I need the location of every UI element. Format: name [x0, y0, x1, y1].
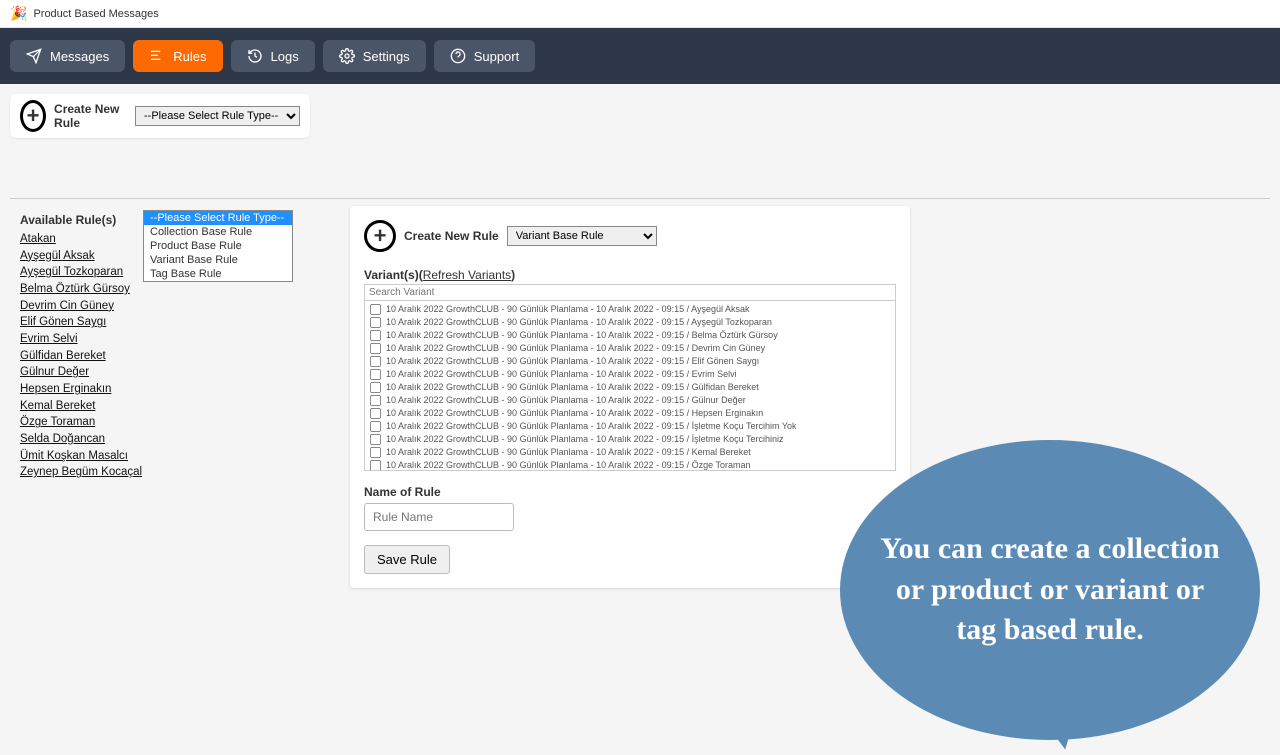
nav-settings[interactable]: Settings: [323, 40, 426, 72]
variant-heading: Variant(s): [364, 268, 419, 282]
variant-label: 10 Aralık 2022 GrowthCLUB - 90 Günlük Pl…: [386, 420, 797, 432]
rules-icon: [149, 48, 165, 64]
nav-rules[interactable]: Rules: [133, 40, 222, 72]
variant-item[interactable]: 10 Aralık 2022 GrowthCLUB - 90 Günlük Pl…: [369, 420, 891, 433]
title-bar: 🎉 Product Based Messages: [0, 0, 1280, 28]
rule-type-select[interactable]: --Please Select Rule Type--: [135, 106, 300, 126]
variant-label: 10 Aralık 2022 GrowthCLUB - 90 Günlük Pl…: [386, 355, 759, 367]
gear-icon: [339, 48, 355, 64]
variant-list[interactable]: 10 Aralık 2022 GrowthCLUB - 90 Günlük Pl…: [364, 301, 896, 471]
plus-icon[interactable]: +: [20, 100, 46, 132]
variant-checkbox[interactable]: [370, 304, 381, 315]
rule-type-dropdown[interactable]: --Please Select Rule Type--Collection Ba…: [143, 210, 293, 282]
variant-item[interactable]: 10 Aralık 2022 GrowthCLUB - 90 Günlük Pl…: [369, 303, 891, 316]
variant-label: 10 Aralık 2022 GrowthCLUB - 90 Günlük Pl…: [386, 342, 765, 354]
variant-label: 10 Aralık 2022 GrowthCLUB - 90 Günlük Pl…: [386, 459, 751, 471]
create-rule-label: Create New Rule: [54, 102, 127, 130]
save-rule-button[interactable]: Save Rule: [364, 545, 450, 574]
variant-checkbox[interactable]: [370, 382, 381, 393]
rule-type-option[interactable]: Tag Base Rule: [144, 267, 292, 281]
nav-label: Support: [474, 49, 520, 64]
variant-label: 10 Aralık 2022 GrowthCLUB - 90 Günlük Pl…: [386, 316, 772, 328]
variant-item[interactable]: 10 Aralık 2022 GrowthCLUB - 90 Günlük Pl…: [369, 446, 891, 459]
help-bubble-text: You can create a collection or product o…: [880, 529, 1220, 651]
variant-checkbox[interactable]: [370, 369, 381, 380]
variant-item[interactable]: 10 Aralık 2022 GrowthCLUB - 90 Günlük Pl…: [369, 342, 891, 355]
nav-label: Logs: [271, 49, 299, 64]
help-bubble: You can create a collection or product o…: [840, 440, 1260, 740]
nav-bar: Messages Rules Logs Settings Support: [0, 28, 1280, 84]
variant-item[interactable]: 10 Aralık 2022 GrowthCLUB - 90 Günlük Pl…: [369, 381, 891, 394]
bubble-tail-icon: [1025, 685, 1095, 755]
variant-item[interactable]: 10 Aralık 2022 GrowthCLUB - 90 Günlük Pl…: [369, 355, 891, 368]
rule-type-option[interactable]: Product Base Rule: [144, 239, 292, 253]
rule-type-option[interactable]: Collection Base Rule: [144, 225, 292, 239]
inner-rule-type-select[interactable]: Variant Base Rule: [507, 226, 657, 246]
variant-item[interactable]: 10 Aralık 2022 GrowthCLUB - 90 Günlük Pl…: [369, 368, 891, 381]
history-icon: [247, 48, 263, 64]
variant-label: 10 Aralık 2022 GrowthCLUB - 90 Günlük Pl…: [386, 368, 737, 380]
nav-support[interactable]: Support: [434, 40, 536, 72]
variant-label: 10 Aralık 2022 GrowthCLUB - 90 Günlük Pl…: [386, 433, 784, 445]
inner-create-row: + Create New Rule Variant Base Rule: [364, 220, 896, 252]
variant-checkbox[interactable]: [370, 447, 381, 458]
variant-checkbox[interactable]: [370, 343, 381, 354]
app-title: Product Based Messages: [33, 8, 158, 20]
rule-type-option[interactable]: --Please Select Rule Type--: [144, 211, 292, 225]
nav-label: Settings: [363, 49, 410, 64]
create-rule-row: + Create New Rule --Please Select Rule T…: [10, 94, 310, 138]
variant-label: 10 Aralık 2022 GrowthCLUB - 90 Günlük Pl…: [386, 303, 750, 315]
variant-checkbox[interactable]: [370, 408, 381, 419]
inner-panel: + Create New Rule Variant Base Rule Vari…: [350, 206, 910, 588]
variant-checkbox[interactable]: [370, 317, 381, 328]
nav-messages[interactable]: Messages: [10, 40, 125, 72]
variant-checkbox[interactable]: [370, 356, 381, 367]
inner-create-label: Create New Rule: [404, 229, 499, 243]
variant-item[interactable]: 10 Aralık 2022 GrowthCLUB - 90 Günlük Pl…: [369, 329, 891, 342]
variant-item[interactable]: 10 Aralık 2022 GrowthCLUB - 90 Günlük Pl…: [369, 459, 891, 471]
variant-label: 10 Aralık 2022 GrowthCLUB - 90 Günlük Pl…: [386, 381, 759, 393]
refresh-variants-link[interactable]: Refresh Variants: [423, 268, 511, 282]
variant-label: 10 Aralık 2022 GrowthCLUB - 90 Günlük Pl…: [386, 407, 763, 419]
variant-item[interactable]: 10 Aralık 2022 GrowthCLUB - 90 Günlük Pl…: [369, 316, 891, 329]
variant-label: 10 Aralık 2022 GrowthCLUB - 90 Günlük Pl…: [386, 446, 751, 458]
send-icon: [26, 48, 42, 64]
nav-label: Messages: [50, 49, 109, 64]
rule-name-input[interactable]: [364, 503, 514, 531]
variant-item[interactable]: 10 Aralık 2022 GrowthCLUB - 90 Günlük Pl…: [369, 433, 891, 446]
variant-item[interactable]: 10 Aralık 2022 GrowthCLUB - 90 Günlük Pl…: [369, 407, 891, 420]
variant-label: 10 Aralık 2022 GrowthCLUB - 90 Günlük Pl…: [386, 394, 746, 406]
rule-type-option[interactable]: Variant Base Rule: [144, 253, 292, 267]
variant-item[interactable]: 10 Aralık 2022 GrowthCLUB - 90 Günlük Pl…: [369, 394, 891, 407]
variant-label: 10 Aralık 2022 GrowthCLUB - 90 Günlük Pl…: [386, 329, 778, 341]
nav-label: Rules: [173, 49, 206, 64]
variant-checkbox[interactable]: [370, 421, 381, 432]
variant-checkbox[interactable]: [370, 434, 381, 445]
plus-icon[interactable]: +: [364, 220, 396, 252]
search-variant-input[interactable]: [364, 284, 896, 301]
name-of-rule-label: Name of Rule: [364, 485, 896, 499]
variant-checkbox[interactable]: [370, 460, 381, 471]
nav-logs[interactable]: Logs: [231, 40, 315, 72]
help-icon: [450, 48, 466, 64]
app-icon: 🎉: [10, 5, 27, 22]
variant-checkbox[interactable]: [370, 330, 381, 341]
divider: [10, 198, 1270, 199]
variant-checkbox[interactable]: [370, 395, 381, 406]
